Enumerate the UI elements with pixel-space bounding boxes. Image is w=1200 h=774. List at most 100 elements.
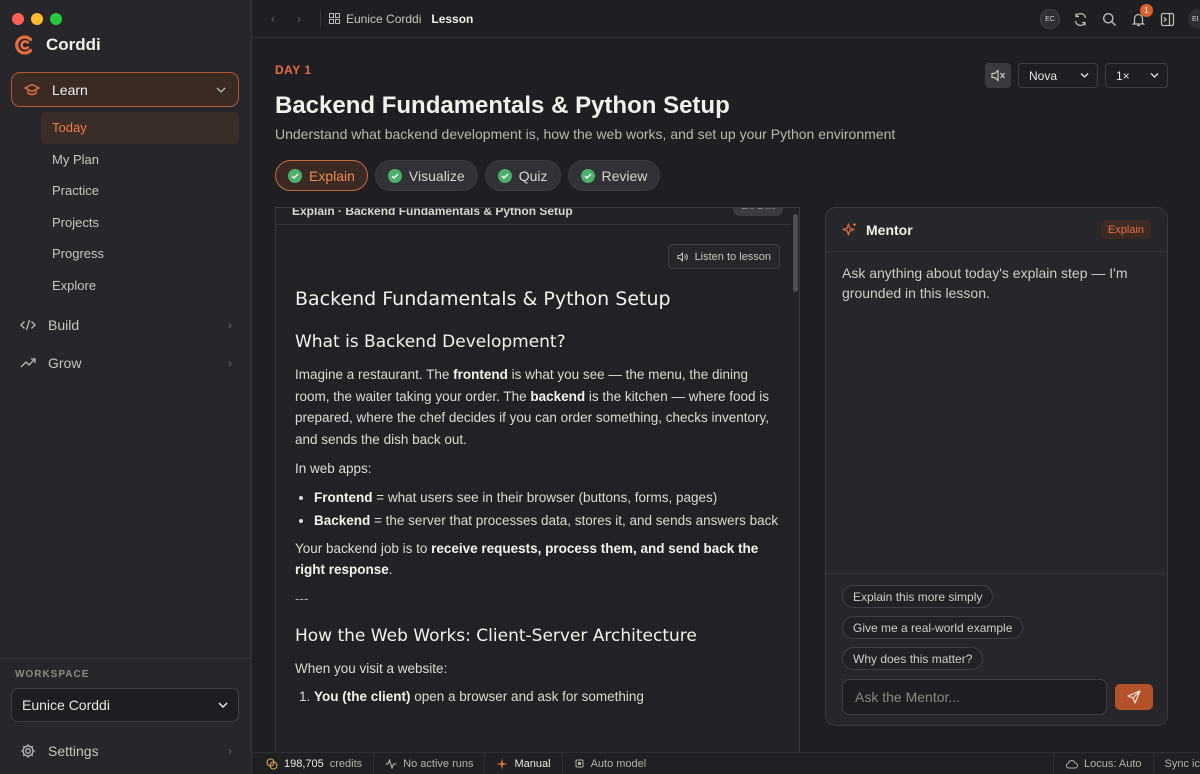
credits-value: 198,705: [284, 757, 324, 770]
sparkle-icon: [496, 758, 508, 769]
avatar[interactable]: EI: [1188, 9, 1200, 29]
sidebar-item-practice[interactable]: Practice: [41, 175, 239, 207]
page-title: Backend Fundamentals & Python Setup: [275, 92, 730, 119]
text: open a browser and ask for something: [410, 689, 644, 704]
tab-explain[interactable]: Explain: [275, 160, 368, 191]
brand[interactable]: Corddi: [14, 34, 101, 56]
forward-arrow-icon[interactable]: ›: [286, 11, 312, 26]
section-heading: What is Backend Development?: [295, 332, 566, 352]
divider: [826, 573, 1167, 574]
check-circle-icon: [497, 168, 512, 183]
chevron-right-icon: ›: [228, 356, 232, 370]
bullet-list: Frontend = what users see in their brows…: [295, 488, 780, 530]
tab-label: Explain: [309, 167, 355, 184]
suggestion-chip-example[interactable]: Give me a real-world example: [842, 616, 1024, 639]
lesson-body: Backend Fundamentals & Python Setup What…: [295, 288, 780, 710]
grid-icon: [329, 13, 340, 24]
sidebar-item-today[interactable]: Today: [41, 112, 239, 144]
sidebar-item-label: Learn: [52, 81, 88, 98]
send-button[interactable]: [1115, 684, 1153, 710]
sidebar-item-grow[interactable]: Grow ›: [20, 351, 232, 375]
bold-text: backend: [530, 388, 586, 404]
suggestion-chip-why[interactable]: Why does this matter?: [842, 647, 984, 670]
sidebar-item-explore[interactable]: Explore: [41, 270, 239, 302]
coins-icon: [266, 757, 278, 770]
minimize-window-button[interactable]: [31, 13, 43, 25]
sidebar-divider: [0, 658, 251, 659]
close-window-button[interactable]: [12, 13, 24, 25]
speed-select[interactable]: 1×: [1105, 63, 1168, 88]
listen-to-lesson-button[interactable]: Listen to lesson: [667, 244, 780, 269]
sidebar-item-my-plan[interactable]: My Plan: [41, 144, 239, 176]
model-status[interactable]: Auto model: [563, 753, 658, 774]
check-circle-icon: [288, 168, 302, 183]
tab-quiz[interactable]: Quiz: [484, 160, 561, 191]
chevron-right-icon: ›: [228, 744, 232, 758]
mute-button[interactable]: [985, 63, 1011, 88]
sidebar-item-build[interactable]: Build ›: [20, 313, 232, 337]
panel-toggle-icon[interactable]: [1159, 11, 1176, 28]
locus-label: Locus: Auto: [1084, 757, 1142, 770]
check-circle-icon: [387, 168, 402, 183]
top-bar: ‹ › Eunice Corddi Lesson EC 1 EI: [252, 0, 1200, 38]
chip-icon: [575, 759, 584, 768]
breadcrumb-workspace[interactable]: Eunice Corddi: [329, 12, 421, 26]
window-controls: [12, 13, 62, 25]
runs-status[interactable]: No active runs: [374, 753, 486, 774]
scrollbar-thumb[interactable]: [793, 214, 798, 292]
tab-label: Quiz: [518, 167, 548, 184]
suggestion-chip-simpler[interactable]: Explain this more simply: [842, 585, 994, 608]
sidebar-item-settings[interactable]: Settings ›: [20, 740, 232, 762]
back-arrow-icon[interactable]: ‹: [260, 11, 286, 26]
breadcrumb-workspace-label: Eunice Corddi: [346, 11, 422, 26]
lesson-panel-title: Explain · Backend Fundamentals & Python …: [292, 207, 573, 218]
sidebar-item-projects[interactable]: Projects: [41, 207, 239, 239]
list-item: Frontend = what users see in their brows…: [314, 488, 780, 507]
voice-select[interactable]: Nova: [1018, 63, 1098, 88]
list-item: You (the client) open a browser and ask …: [314, 687, 780, 706]
search-icon[interactable]: [1101, 11, 1118, 28]
chevron-down-icon: [216, 87, 226, 93]
sidebar-item-label: Settings: [48, 743, 99, 759]
credits-label: credits: [329, 757, 363, 770]
bell-icon[interactable]: 1: [1130, 3, 1153, 28]
credits-status[interactable]: 198,705 credits: [252, 753, 375, 774]
lesson-panel-pill: EXPLAIN: [733, 208, 783, 216]
ask-mentor-input[interactable]: [842, 679, 1107, 715]
section-heading: How the Web Works: Client-Server Archite…: [295, 625, 697, 646]
sidebar-item-learn[interactable]: Learn: [11, 72, 239, 107]
chevron-down-icon: [1080, 73, 1089, 78]
mentor-header: Mentor Explain: [826, 208, 1167, 252]
avatar[interactable]: EC: [1040, 9, 1060, 29]
workspace-select[interactable]: Eunice Corddi: [11, 688, 239, 722]
sidebar-item-progress[interactable]: Progress: [41, 238, 239, 270]
tab-visualize[interactable]: Visualize: [374, 160, 478, 191]
paragraph-webapps: In web apps:: [295, 461, 372, 476]
locus-status[interactable]: Locus: Auto: [1053, 753, 1153, 774]
tab-review[interactable]: Review: [567, 160, 661, 191]
top-bar-actions: EC 1 EI: [1040, 0, 1200, 38]
mode-status[interactable]: Manual: [485, 753, 563, 774]
graduation-cap-icon: [24, 83, 40, 95]
sync-icon[interactable]: [1072, 11, 1089, 28]
sync-label: Sync ic: [1164, 757, 1200, 770]
status-bar: 198,705 credits No active runs Manual Au…: [252, 752, 1200, 774]
lesson-heading: Backend Fundamentals & Python Setup: [295, 288, 671, 310]
sync-status[interactable]: Sync ic: [1152, 753, 1200, 774]
mentor-mode-badge: Explain: [1100, 220, 1151, 239]
check-circle-icon: [580, 168, 595, 183]
lesson-content-panel[interactable]: Explain · Backend Fundamentals & Python …: [275, 207, 800, 752]
bold-text: Backend: [314, 512, 371, 528]
zoom-window-button[interactable]: [50, 13, 62, 25]
cloud-icon: [1066, 759, 1079, 768]
mentor-title: Mentor: [866, 221, 913, 238]
mentor-panel: Mentor Explain Ask anything about today'…: [825, 207, 1168, 726]
mentor-message: Ask anything about today's explain step …: [842, 265, 1128, 301]
tab-label: Review: [601, 167, 648, 184]
tab-label: Visualize: [408, 167, 465, 184]
breadcrumb-current: Lesson: [431, 11, 474, 26]
runs-label: No active runs: [403, 757, 474, 770]
scrollbar[interactable]: [791, 208, 799, 752]
workspace-label: WORKSPACE: [15, 669, 90, 680]
chevron-down-icon: [1150, 73, 1159, 78]
